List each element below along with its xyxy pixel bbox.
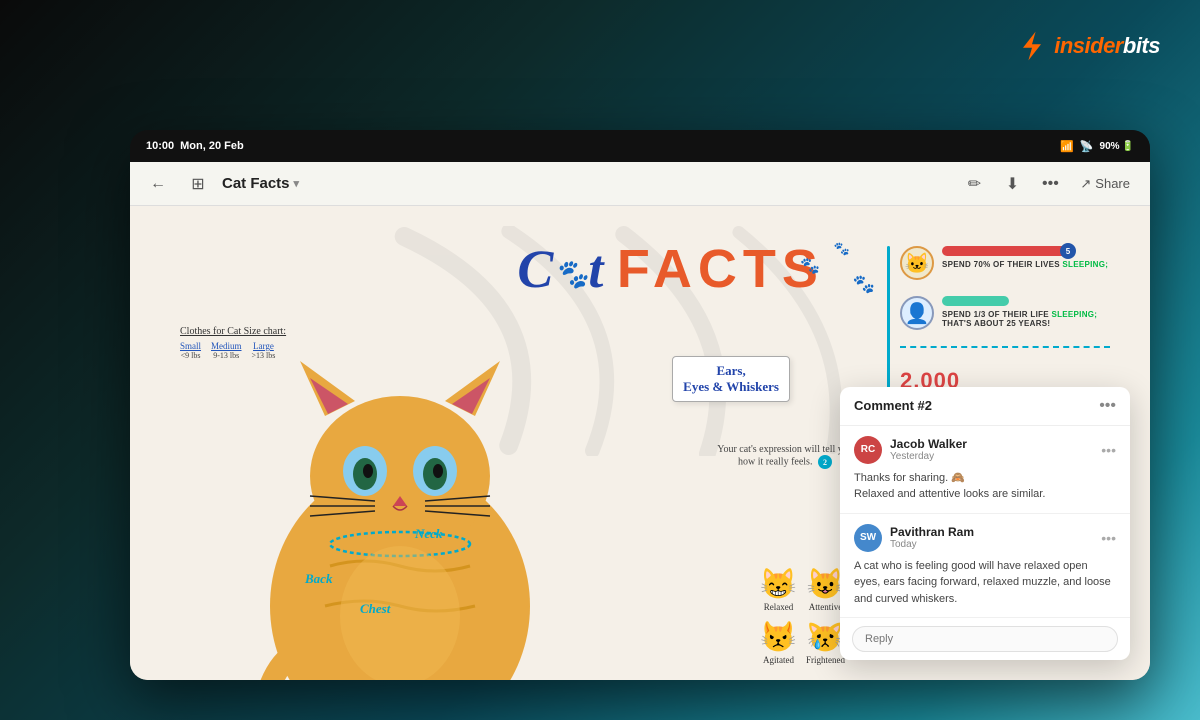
stat1-bar: 5	[942, 246, 1068, 256]
pencil-button[interactable]: ✏	[958, 168, 990, 200]
comment-meta-1: Jacob Walker Yesterday	[890, 437, 1093, 462]
comment-time-2: Today	[890, 539, 1093, 550]
expression-text: Your cat's expression will tell you how …	[717, 444, 853, 468]
cat-expressions-grid: 😸 Relaxed 😺 Attentive 😾 Agitated 😿 Frigh…	[759, 567, 845, 665]
status-time: 10:00	[146, 140, 174, 152]
stats-divider	[900, 346, 1110, 348]
doc-title-area: Cat Facts ▾	[222, 175, 950, 192]
attentive-label: Attentive	[809, 602, 843, 612]
cat-facts-heading: C🐾t FACTS	[517, 238, 823, 300]
comment-time-1: Yesterday	[890, 451, 1093, 462]
signal-icon: 📡	[1080, 140, 1094, 153]
agitated-emoji: 😾	[760, 620, 797, 655]
stat2-highlight: SLEEPING;	[1051, 310, 1097, 319]
expression-description: Your cat's expression will tell you how …	[715, 444, 855, 469]
comment-username-2: Pavithran Ram	[890, 525, 1093, 539]
stat-sleeping-third: 👤 SPEND 1/3 OF THEIR LIFE SLEEPING; THAT…	[900, 296, 1110, 330]
battery-percentage: 90%	[1100, 141, 1120, 152]
relaxed-emoji: 😸	[760, 567, 797, 602]
comment-entry-2: SW Pavithran Ram Today ••• A cat who is …	[840, 514, 1130, 619]
comment-user-1: RC Jacob Walker Yesterday •••	[854, 436, 1116, 464]
status-right: 📶 📡 90% 🔋	[1060, 140, 1134, 153]
agitated-label: Agitated	[763, 655, 794, 665]
comment-username-1: Jacob Walker	[890, 437, 1093, 451]
expression-relaxed: 😸 Relaxed	[759, 567, 798, 612]
cat-svg	[210, 306, 590, 680]
comment-meta-2: Pavithran Ram Today	[890, 525, 1093, 550]
dropdown-icon[interactable]: ▾	[294, 177, 300, 190]
share-button[interactable]: ↗ Share	[1072, 172, 1138, 196]
comment-reply-input[interactable]	[852, 626, 1118, 652]
wifi-icon: 📶	[1060, 140, 1074, 153]
content-area: C🐾t FACTS 🐾 🐾 🐾 Clothes for Cat Size cha…	[130, 206, 1150, 680]
expression-badge: 2	[818, 455, 832, 469]
stat-sleeping-70: 🐱 5 SPEND 70% OF THEIR LIVES SLEEPING;	[900, 246, 1110, 280]
logo-lightning-icon	[1014, 28, 1050, 64]
status-bar: 10:00 Mon, 20 Feb 📶 📡 90% 🔋	[130, 130, 1150, 162]
logo-text-bits: bits	[1123, 33, 1160, 58]
paw-print-1: 🐾	[800, 256, 820, 276]
app-toolbar: ← ⊞ Cat Facts ▾ ✏ ⬇ ••• ↗ Share	[130, 162, 1150, 206]
stat1-content: 5 SPEND 70% OF THEIR LIVES SLEEPING;	[942, 246, 1110, 269]
size-small-lbs: <9 lbs	[180, 351, 201, 360]
comment-text-1: Thanks for sharing. 🙈Relaxed and attenti…	[854, 470, 1116, 503]
status-date: Mon, 20 Feb	[180, 140, 244, 152]
comment-avatar-1: RC	[854, 436, 882, 464]
comment-input-area	[840, 618, 1130, 660]
grid-button[interactable]: ⊞	[182, 168, 214, 200]
comment-text-2: A cat who is feeling good will have rela…	[854, 558, 1116, 608]
comment-entry-more-1[interactable]: •••	[1101, 442, 1116, 458]
frightened-label: Frightened	[806, 655, 845, 665]
logo-text: insiderbits	[1054, 33, 1160, 59]
cat-illustration	[210, 306, 590, 680]
comment-title: Comment #2	[854, 398, 932, 413]
toolbar-right: ✏ ⬇ ••• ↗ Share	[958, 168, 1138, 200]
stat1-badge: 5	[1060, 243, 1076, 259]
attentive-emoji: 😺	[807, 567, 844, 602]
comment-header: Comment #2 •••	[840, 387, 1130, 426]
chest-label: Chest	[360, 601, 390, 617]
stat2-bar	[942, 296, 1009, 306]
size-small-label: Small	[180, 341, 201, 351]
battery-status: 90% 🔋	[1100, 141, 1134, 152]
expression-agitated: 😾 Agitated	[759, 620, 798, 665]
more-button[interactable]: •••	[1034, 168, 1066, 200]
comment-entry-more-2[interactable]: •••	[1101, 530, 1116, 546]
facts-title-word: FACTS	[617, 239, 824, 299]
frightened-emoji: 😿	[807, 620, 844, 655]
download-button[interactable]: ⬇	[996, 168, 1028, 200]
doc-title: Cat Facts	[222, 175, 290, 192]
comment-more-button[interactable]: •••	[1099, 397, 1116, 415]
back-label: Back	[305, 571, 332, 587]
stat2-avatar: 👤	[900, 296, 934, 330]
stat1-text: SPEND 70% OF THEIR LIVES SLEEPING;	[942, 260, 1110, 269]
tablet-device: 10:00 Mon, 20 Feb 📶 📡 90% 🔋 ← ⊞ Cat Fact…	[130, 130, 1150, 680]
status-left: 10:00 Mon, 20 Feb	[146, 140, 244, 152]
share-label: Share	[1095, 176, 1130, 191]
stat1-highlight: SLEEPING;	[1062, 260, 1108, 269]
battery-icon: 🔋	[1122, 141, 1134, 152]
paw-print-2: 🐾	[834, 241, 850, 257]
comment-body: RC Jacob Walker Yesterday ••• Thanks for…	[840, 426, 1130, 619]
comment-avatar-2: SW	[854, 524, 882, 552]
cat-title-word: C🐾t	[517, 239, 616, 299]
neck-label: Neck	[415, 526, 442, 542]
ears-eyes-whiskers-label: Ears,Eyes & Whiskers	[672, 356, 790, 402]
stat1-avatar: 🐱	[900, 246, 934, 280]
back-button[interactable]: ←	[142, 168, 174, 200]
relaxed-label: Relaxed	[764, 602, 794, 612]
share-icon: ↗	[1080, 176, 1091, 192]
insiderbits-logo: insiderbits	[1014, 28, 1160, 64]
comment-user-2: SW Pavithran Ram Today •••	[854, 524, 1116, 552]
stat2-text: SPEND 1/3 OF THEIR LIFE SLEEPING; THAT'S…	[942, 310, 1110, 328]
stat2-content: SPEND 1/3 OF THEIR LIFE SLEEPING; THAT'S…	[942, 296, 1110, 328]
comment-entry-1: RC Jacob Walker Yesterday ••• Thanks for…	[840, 426, 1130, 514]
paw-print-3: 🐾	[853, 274, 875, 295]
comment-panel: Comment #2 ••• RC Jacob Walker Yesterday…	[840, 387, 1130, 661]
logo-text-insider: insider	[1054, 33, 1123, 58]
